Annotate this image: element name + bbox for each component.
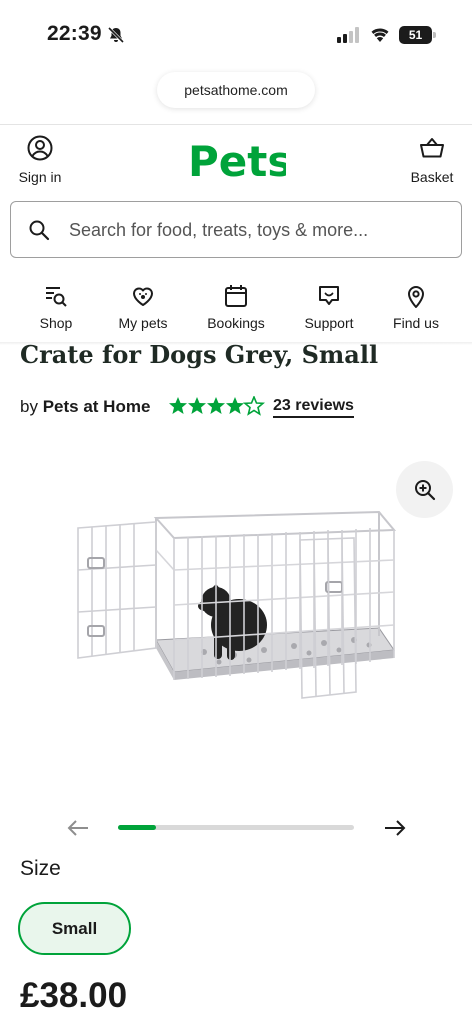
heart-paw-icon <box>133 287 153 306</box>
star-icon <box>169 397 187 414</box>
status-bar: 22:39 51 <box>0 0 472 66</box>
url-bar[interactable]: petsathome.com <box>157 72 315 108</box>
nav-bookings[interactable]: Bookings <box>204 283 268 331</box>
search-placeholder: Search for food, treats, toys & more... <box>69 220 369 240</box>
nav-support-label: Support <box>304 315 354 331</box>
user-circle-icon <box>27 135 53 161</box>
sign-in-label: Sign in <box>18 169 62 185</box>
search-icon <box>29 220 50 241</box>
rating-stars[interactable] <box>169 396 265 416</box>
size-option-small[interactable]: Small <box>18 902 131 955</box>
category-nav: Shop My pets Bookings Support Find us <box>0 283 472 341</box>
logo-text: Pets <box>188 137 286 186</box>
half-star-outline-icon <box>242 396 265 416</box>
arrow-left-icon[interactable] <box>66 817 90 839</box>
arrow-right-icon[interactable] <box>383 817 407 839</box>
shop-search-icon <box>46 287 67 307</box>
star-icon <box>207 397 225 414</box>
product-title: Crate for Dogs Grey, Small <box>20 340 379 369</box>
status-time: 22:39 <box>47 22 102 45</box>
nav-find-us-label: Find us <box>393 315 439 331</box>
divider <box>0 124 472 125</box>
nav-shop[interactable]: Shop <box>34 283 78 331</box>
nav-my-pets-label: My pets <box>118 315 168 331</box>
chat-icon <box>319 286 339 305</box>
zoom-button[interactable] <box>396 461 453 518</box>
basket-button[interactable]: Basket <box>404 134 460 185</box>
calendar-icon <box>225 285 247 307</box>
nav-find-us[interactable]: Find us <box>391 283 441 331</box>
nav-bookings-label: Bookings <box>207 315 265 331</box>
star-icon <box>188 397 206 414</box>
product-price: £38.00 <box>20 976 128 1015</box>
nav-shop-label: Shop <box>39 315 73 331</box>
image-carousel-progress-fill <box>118 825 156 830</box>
search-input[interactable]: Search for food, treats, toys & more... <box>10 201 462 258</box>
image-carousel-progress <box>118 825 354 830</box>
cell-signal-icon <box>337 27 359 43</box>
product-brand-line: by Pets at Home <box>20 397 150 417</box>
product-image[interactable] <box>64 440 404 760</box>
zoom-in-icon <box>415 480 436 501</box>
pets-logo[interactable]: Pets <box>188 136 286 186</box>
sign-in-button[interactable]: Sign in <box>12 134 68 185</box>
by-text: by <box>20 397 38 416</box>
location-pin-icon <box>408 286 424 308</box>
nav-support[interactable]: Support <box>301 283 357 331</box>
basket-icon <box>420 138 444 158</box>
wifi-icon <box>371 28 389 42</box>
bell-muted-icon <box>107 26 125 44</box>
battery-indicator: 51 <box>399 26 436 44</box>
star-icon <box>226 397 244 414</box>
brand-link[interactable]: Pets at Home <box>43 397 151 416</box>
basket-label: Basket <box>410 169 454 185</box>
size-label: Size <box>20 857 61 880</box>
reviews-link[interactable]: 23 reviews <box>273 397 354 418</box>
nav-my-pets[interactable]: My pets <box>114 283 172 331</box>
